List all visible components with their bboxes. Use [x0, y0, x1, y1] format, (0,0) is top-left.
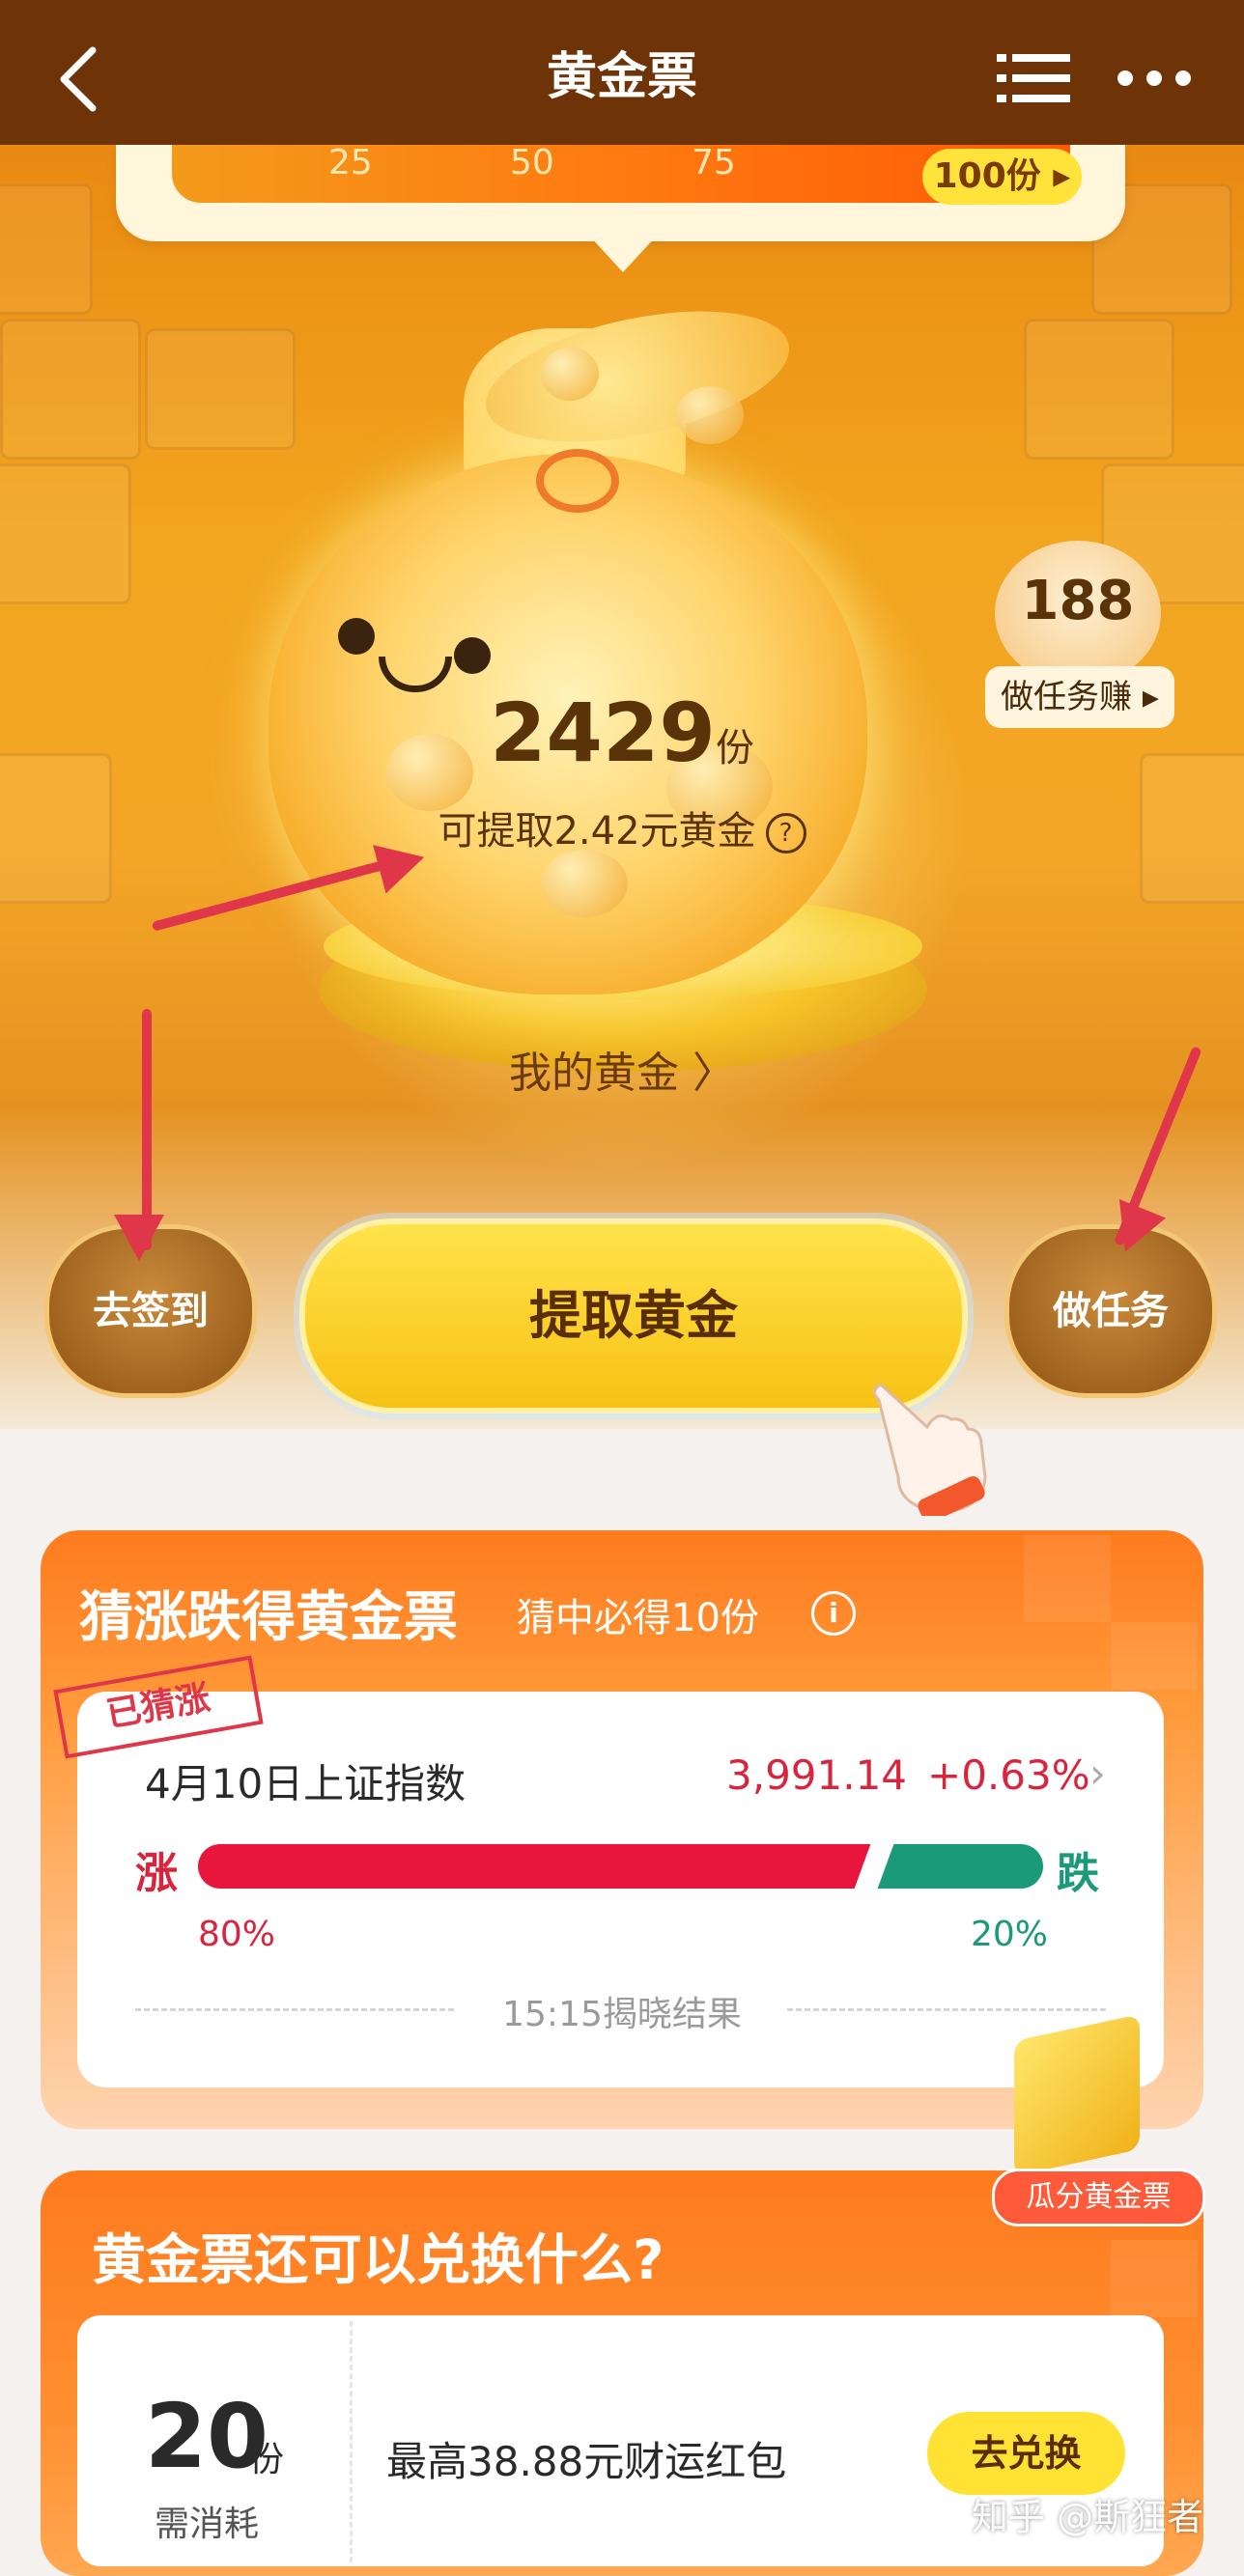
- tasks-button[interactable]: 做任务: [1004, 1224, 1217, 1398]
- index-name: 4月10日上证指数: [145, 1760, 466, 1807]
- nugget: [541, 850, 628, 917]
- progress-tick: 25: [328, 143, 373, 182]
- withdrawable-text: 可提取2.42元黄金?: [0, 799, 1244, 855]
- task-reward-count: 188: [1021, 570, 1135, 632]
- brick-decoration: [145, 328, 296, 450]
- watermark: 知乎 @斯狂者: [972, 2496, 1204, 2538]
- card-pattern: [1111, 2240, 1198, 2317]
- redeem-button[interactable]: 去兑换: [927, 2412, 1125, 2495]
- more-icon[interactable]: [1116, 62, 1193, 95]
- hand-pointer-icon: [873, 1383, 987, 1516]
- brick-decoration: [0, 319, 141, 460]
- top-navigation-bar: 黄金票: [0, 0, 1244, 145]
- nugget: [541, 348, 599, 401]
- index-change: +0.63%: [927, 1751, 1090, 1799]
- progress-tick: 75: [692, 143, 736, 182]
- brick-decoration: [0, 183, 93, 315]
- share-gold-tickets-button[interactable]: 瓜分黄金票: [992, 2169, 1205, 2226]
- guess-title: 猜涨跌得黄金票: [79, 1586, 458, 1649]
- reveal-time: 15:15揭晓结果: [502, 1995, 742, 2034]
- chevron-right-icon[interactable]: ›: [1089, 1750, 1106, 1797]
- rise-bar: [198, 1844, 874, 1889]
- progress-goal-badge[interactable]: 100份 ▸: [922, 149, 1082, 205]
- exchange-reward: 最高38.88元财运红包: [386, 2438, 787, 2485]
- card-pattern: [1111, 1622, 1198, 1690]
- balance-unit: 份: [715, 726, 754, 770]
- exchange-title: 黄金票还可以兑换什么?: [92, 2229, 664, 2292]
- guess-subtitle: 猜中必得10份: [517, 1596, 759, 1640]
- info-icon[interactable]: i: [811, 1591, 856, 1636]
- rise-label: 涨: [135, 1849, 178, 1898]
- fall-percent: 20%: [971, 1915, 1049, 1954]
- index-value: 3,991.14: [726, 1751, 908, 1799]
- exchange-cost-unit: 份: [249, 2440, 285, 2479]
- bag-rope: [536, 449, 619, 513]
- earn-by-tasks-button[interactable]: 做任务赚 ▸: [985, 666, 1174, 728]
- card-pattern: [1024, 1535, 1111, 1622]
- rise-percent: 80%: [198, 1915, 276, 1954]
- exchange-cost-label: 需消耗: [155, 2505, 260, 2544]
- annotation-arrowhead: [114, 1215, 164, 1261]
- back-icon[interactable]: [46, 41, 114, 118]
- my-gold-link[interactable]: 我的黄金 〉: [0, 1038, 1244, 1100]
- list-icon[interactable]: [995, 50, 1072, 106]
- progress-card-pointer: [589, 236, 657, 272]
- withdrawable-label: 可提取2.42元黄金: [438, 809, 756, 854]
- exchange-divider: [350, 2321, 353, 2562]
- bag-eye-right: [454, 637, 491, 674]
- brick-decoration: [1024, 319, 1174, 460]
- question-icon[interactable]: ?: [765, 813, 806, 854]
- bag-eye-left: [338, 618, 375, 655]
- balance-amount: 2429: [490, 686, 716, 780]
- fall-bar: [874, 1844, 1043, 1889]
- progress-tick: 50: [510, 143, 554, 182]
- fall-label: 跌: [1057, 1849, 1099, 1898]
- nugget: [676, 386, 744, 444]
- brick-decoration: [0, 463, 131, 604]
- gold-bar-icon: [1014, 2014, 1140, 2176]
